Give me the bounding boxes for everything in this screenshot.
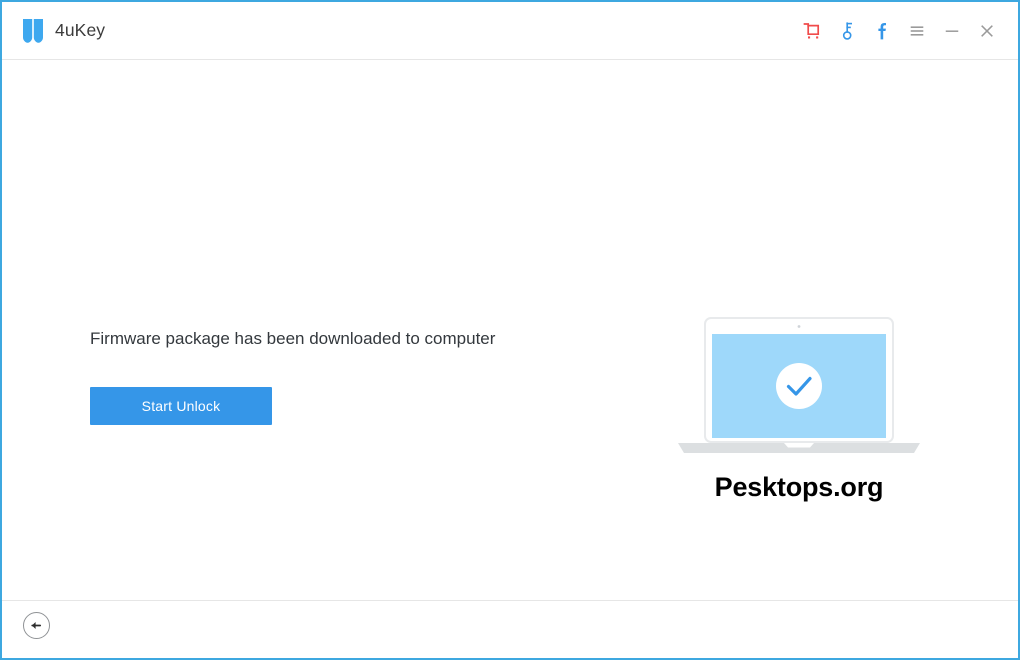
facebook-icon[interactable] <box>867 16 897 46</box>
menu-icon[interactable] <box>902 16 932 46</box>
title-bar: 4uKey <box>2 2 1018 60</box>
status-message: Firmware package has been downloaded to … <box>90 329 496 348</box>
cart-icon[interactable] <box>797 16 827 46</box>
app-title: 4uKey <box>55 19 106 40</box>
watermark-text: Pesktops.org <box>714 472 884 502</box>
arrow-left-icon <box>29 618 44 633</box>
minimize-icon[interactable] <box>937 16 967 46</box>
footer-bar <box>2 600 1018 658</box>
shield-logo-icon <box>22 18 44 44</box>
status-panel: Firmware package has been downloaded to … <box>90 328 610 426</box>
laptop-success-illustration <box>674 315 924 460</box>
close-icon[interactable] <box>972 16 1002 46</box>
titlebar-actions <box>797 2 1002 60</box>
key-icon[interactable] <box>832 16 862 46</box>
back-button[interactable] <box>23 612 50 639</box>
main-content: Firmware package has been downloaded to … <box>2 60 1018 600</box>
start-unlock-button[interactable]: Start Unlock <box>90 387 272 426</box>
app-brand: 4uKey <box>22 18 105 44</box>
app-window: 4uKey Firmware package has been download… <box>0 0 1020 660</box>
